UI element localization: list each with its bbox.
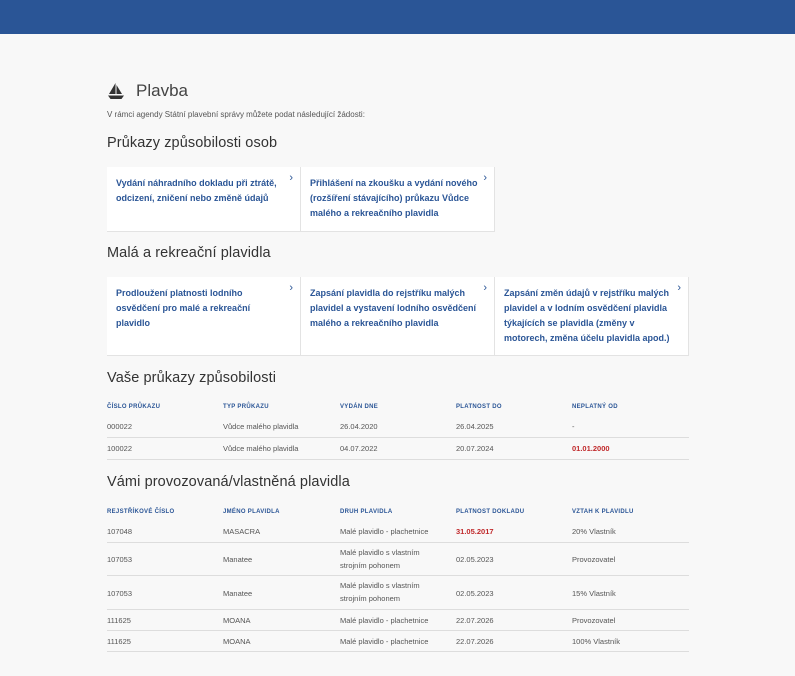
registry-number: 111625: [107, 616, 131, 625]
issued-date: 26.04.2020: [340, 422, 378, 431]
section-title-your-vessels: Vámi provozovaná/vlastněná plavidla: [107, 474, 350, 490]
column-header: JMÉNO PLAVIDLA: [223, 509, 280, 515]
invalid-from: -: [572, 422, 575, 431]
card-change-registry-data[interactable]: Zapsání změn údajů v rejstříku malých pl…: [495, 277, 689, 356]
section-title-personal-licenses: Průkazy způsobilosti osob: [107, 135, 278, 151]
vessel-name: Manatee: [223, 555, 253, 564]
column-header: NEPLATNÝ OD: [572, 404, 618, 410]
vessel-type: Malé plavidlo s vlastním strojním pohone…: [340, 581, 420, 603]
table-row: 107053 Manatee Malé plavidlo s vlastním …: [107, 543, 689, 576]
vessel-relation: 15% Vlastník: [572, 589, 616, 598]
vessel-relation: Provozovatel: [572, 555, 616, 564]
intro-text: V rámci agendy Státní plavební správy mů…: [107, 110, 365, 119]
valid-until: 26.04.2025: [456, 422, 494, 431]
section-title-small-vessels: Malá a rekreační plavidla: [107, 245, 271, 261]
invalid-from: 01.01.2000: [572, 444, 610, 453]
card-label: Přihlášení na zkoušku a vydání nového (r…: [310, 178, 478, 218]
column-header: ČÍSLO PRŮKAZU: [107, 404, 161, 410]
vessel-type: Malé plavidlo - plachetnice: [340, 637, 429, 646]
document-validity: 22.07.2026: [456, 616, 494, 625]
page-title: Plavba: [136, 81, 188, 100]
chevron-right-icon: ›: [483, 172, 487, 184]
column-header: DRUH PLAVIDLA: [340, 509, 393, 515]
page-heading: Plavba: [107, 81, 188, 101]
table-row: 000022 Vůdce malého plavidla 26.04.2020 …: [107, 416, 689, 438]
table-row: 107053 Manatee Malé plavidlo s vlastním …: [107, 576, 689, 610]
table-row: 107048 MASACRA Malé plavidlo - plachetni…: [107, 520, 689, 543]
valid-until: 20.07.2024: [456, 444, 494, 453]
chevron-right-icon: ›: [677, 282, 681, 294]
registry-number: 107048: [107, 527, 133, 536]
document-validity: 22.07.2026: [456, 637, 494, 646]
vessel-name: MOANA: [223, 616, 251, 625]
license-type: Vůdce malého plavidla: [223, 444, 299, 453]
document-validity: 31.05.2017: [456, 527, 494, 536]
table-row: 100022 Vůdce malého plavidla 04.07.2022 …: [107, 438, 689, 460]
column-header: VYDÁN DNE: [340, 404, 379, 410]
top-header-bar: [0, 0, 795, 34]
table-row: 111625 MOANA Malé plavidlo - plachetnice…: [107, 610, 689, 631]
document-validity: 02.05.2023: [456, 589, 494, 598]
card-label: Vydání náhradního dokladu při ztrátě, od…: [116, 178, 277, 203]
chevron-right-icon: ›: [289, 172, 293, 184]
chevron-right-icon: ›: [289, 282, 293, 294]
card-register-vessel[interactable]: Zapsání plavidla do rejstříku malých pla…: [301, 277, 495, 356]
issued-date: 04.07.2022: [340, 444, 378, 453]
vessel-name: MOANA: [223, 637, 251, 646]
card-label: Prodloužení platnosti lodního osvědčení …: [116, 288, 251, 328]
card-exam-registration[interactable]: Přihlášení na zkoušku a vydání nového (r…: [301, 167, 495, 232]
column-header: PLATNOST DO: [456, 404, 502, 410]
sailboat-icon: [108, 83, 124, 99]
vessel-name: MASACRA: [223, 527, 261, 536]
license-number: 100022: [107, 444, 133, 453]
vessel-name: Manatee: [223, 589, 253, 598]
table-row: 111625 MOANA Malé plavidlo - plachetnice…: [107, 631, 689, 652]
vessel-relation: Provozovatel: [572, 616, 616, 625]
column-header: REJSTŘÍKOVÉ ČÍSLO: [107, 509, 175, 515]
chevron-right-icon: ›: [483, 282, 487, 294]
section-title-your-licenses: Vaše průkazy způsobilosti: [107, 370, 277, 386]
license-number: 000022: [107, 422, 133, 431]
vessel-type: Malé plavidlo - plachetnice: [340, 616, 429, 625]
license-type: Vůdce malého plavidla: [223, 422, 299, 431]
vessel-relation: 20% Vlastník: [572, 527, 616, 536]
card-label: Zapsání plavidla do rejstříku malých pla…: [310, 288, 477, 328]
column-header: VZTAH K PLAVIDLU: [572, 509, 634, 515]
card-extend-certificate[interactable]: Prodloužení platnosti lodního osvědčení …: [107, 277, 301, 356]
card-replacement-document[interactable]: Vydání náhradního dokladu při ztrátě, od…: [107, 167, 301, 232]
registry-number: 107053: [107, 555, 133, 564]
document-validity: 02.05.2023: [456, 555, 494, 564]
vessel-type: Malé plavidlo - plachetnice: [340, 527, 429, 536]
column-header: PLATNOST DOKLADU: [456, 509, 525, 515]
registry-number: 107053: [107, 589, 133, 598]
card-label: Zapsání změn údajů v rejstříku malých pl…: [504, 288, 670, 343]
column-header: TYP PRŮKAZU: [223, 404, 269, 410]
vessel-relation: 100% Vlastník: [572, 637, 620, 646]
registry-number: 111625: [107, 637, 131, 646]
vessel-type: Malé plavidlo s vlastním strojním pohone…: [340, 548, 420, 570]
